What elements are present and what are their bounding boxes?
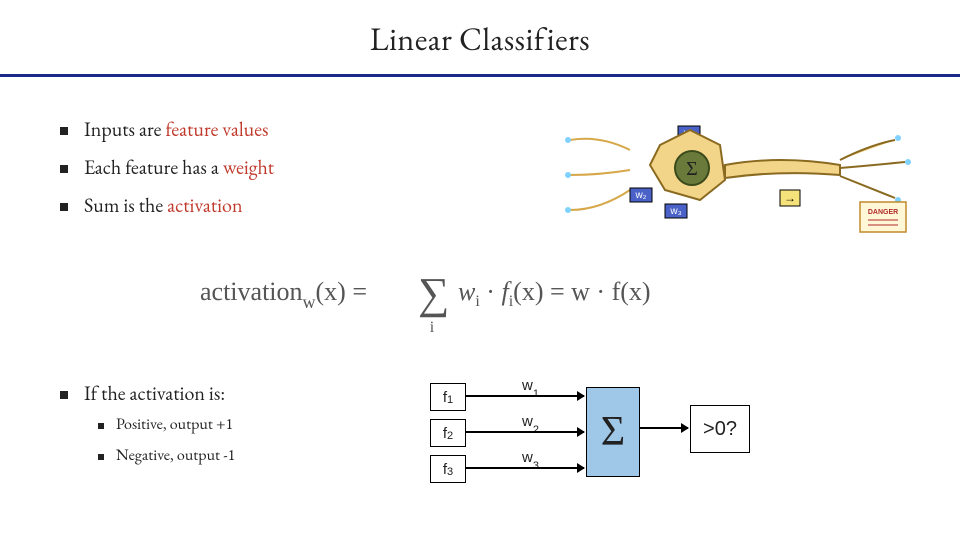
f2-box: f2: [430, 419, 466, 447]
bullet-3-emph: activation: [167, 192, 242, 218]
sigma-symbol: ∑: [418, 269, 449, 318]
sub-bullet-pos: Positive, output +1: [98, 410, 235, 437]
svg-text:wi · fi(x) = w · f(x): wi · fi(x) = w · f(x): [458, 277, 651, 310]
bullet-3-text: Sum is the: [84, 192, 167, 218]
rhs2: = w · f(x): [543, 277, 650, 306]
f3-box: f3: [430, 455, 466, 483]
neuron-sigma: Σ: [686, 158, 698, 180]
bullet-marker: [98, 454, 104, 460]
bullet-1: Inputs are feature values: [60, 110, 274, 148]
activation-formula: activationw(x) = ∑ i wi · fi(x) = w · f(…: [0, 260, 960, 345]
w2-label: w2: [522, 413, 539, 433]
bullet-marker: [60, 127, 68, 135]
neuron-arrow: →: [784, 191, 796, 205]
bullet-2: Each feature has a weight: [60, 148, 274, 186]
rhs-fi-x: (x): [513, 277, 543, 306]
lower-bullets: If the activation is: Positive, output +…: [60, 380, 235, 472]
arrow-f2: [466, 431, 584, 433]
bullet-marker: [98, 423, 104, 429]
formula-sub-w: w: [303, 292, 316, 312]
title-rule: [0, 74, 960, 77]
sub-bullet-neg: Negative, output -1: [98, 441, 235, 468]
bullet-2-emph: weight: [223, 154, 274, 180]
bullet-activation: If the activation is:: [60, 380, 235, 406]
danger-sign: DANGER: [868, 209, 898, 216]
formula-lhs: activation: [200, 277, 303, 306]
f1-box: f1: [430, 383, 466, 411]
bullet-1-emph: feature values: [165, 116, 268, 142]
formula-arg: (x): [316, 277, 346, 306]
sub-neg-text: Negative, output -1: [116, 441, 235, 468]
sub-pos-text: Positive, output +1: [116, 410, 233, 437]
bullet-2-text: Each feature has a: [84, 154, 223, 180]
arrow-f1: [466, 395, 584, 397]
bullet-marker: [60, 165, 68, 173]
bullet-3: Sum is the activation: [60, 186, 274, 224]
w1-label: w1: [522, 377, 539, 397]
rhs-wi-w: w: [458, 277, 476, 306]
perceptron-diagram: f1 f2 f3 w1 w2 w3 Σ >0?: [430, 375, 750, 495]
neuron-w3: w₃: [669, 206, 681, 217]
rhs-dot: ·: [480, 277, 502, 306]
arrow-out: [640, 427, 688, 429]
neuron-w2: w₂: [634, 190, 646, 201]
svg-text:activationw(x) =: activationw(x) =: [200, 277, 367, 312]
sigma-index: i: [430, 319, 435, 336]
neuron-illustration: w₁ w₂ w₃ Σ →: [560, 110, 920, 240]
slide-title: Linear Classifiers: [0, 0, 960, 74]
formula-eq1: =: [346, 277, 367, 306]
bullet-marker: [60, 391, 68, 399]
bullet-list: Inputs are feature values Each feature h…: [60, 110, 274, 224]
sigma-box: Σ: [586, 387, 640, 477]
bullet-marker: [60, 203, 68, 211]
bullet-activation-text: If the activation is:: [84, 380, 225, 406]
w3-label: w3: [522, 449, 539, 469]
bullet-1-text: Inputs are: [84, 116, 165, 142]
arrow-f3: [466, 467, 584, 469]
threshold-box: >0?: [690, 405, 750, 453]
